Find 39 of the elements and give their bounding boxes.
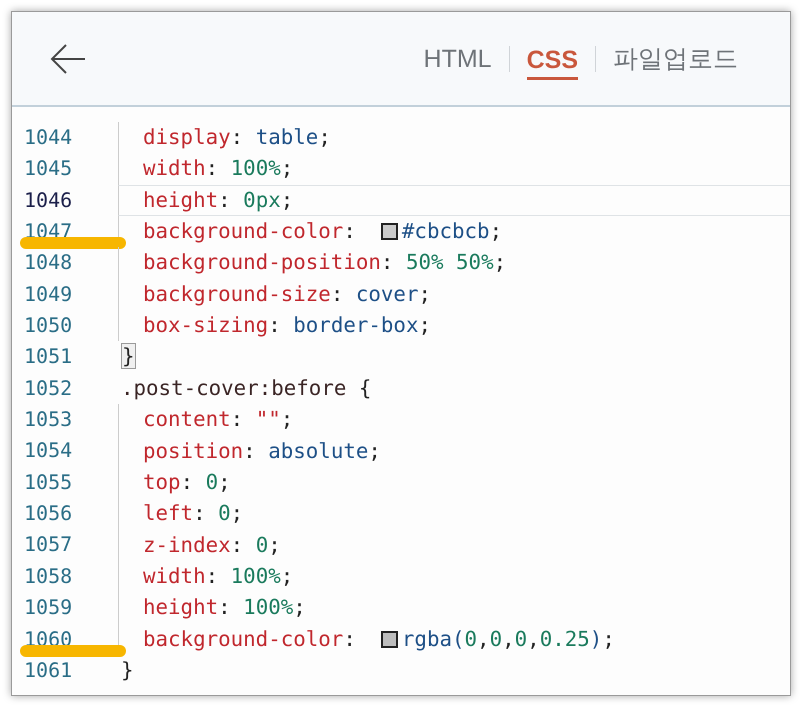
code-line: #cbcbcb;: [402, 218, 502, 246]
tab[interactable]: HTML: [424, 44, 492, 74]
line-number: 1050: [23, 312, 74, 340]
line-number: 1055: [23, 468, 74, 496]
line-number: 1045: [23, 155, 74, 182]
code-line: width: 100%;: [143, 562, 294, 590]
code-line: rgba(0,0,0,0.25);: [402, 626, 615, 653]
code-line: .post-cover:before {: [121, 374, 372, 402]
line-number: 1056: [23, 500, 74, 528]
line-number: 1048: [23, 249, 74, 276]
code-line: content: "";: [143, 406, 294, 434]
code-line: display: table;: [143, 124, 331, 152]
code-line: height: 0px;: [143, 186, 294, 214]
code-line: z-index: 0;: [143, 532, 281, 559]
code-line: width: 100%;: [143, 155, 294, 182]
line-number: 1054: [23, 437, 74, 464]
code-line: background-size: cover;: [143, 280, 431, 308]
line-number: 1053: [23, 406, 74, 434]
line-number: 1059: [23, 594, 74, 622]
code-line: height: 100%;: [143, 594, 306, 622]
line-number: 1061: [23, 656, 74, 684]
line-number: 1051: [23, 343, 74, 370]
code-line: background-color:: [143, 626, 357, 653]
code-line: }: [121, 656, 134, 684]
line-number: 1046: [23, 186, 74, 214]
code-line: position: absolute;: [143, 438, 381, 465]
code-line: background-color:: [143, 218, 357, 246]
line-number: 1049: [23, 280, 74, 308]
tab[interactable]: CSS: [526, 42, 578, 80]
line-number: 1057: [23, 531, 74, 558]
code-line: box-sizing: border-box;: [143, 312, 432, 340]
line-number: 1058: [23, 562, 74, 590]
back-arrow-icon[interactable]: [50, 42, 86, 74]
code-line: left: 0;: [143, 500, 244, 528]
line-number: 1052: [23, 374, 74, 402]
code-line: top: 0;: [143, 468, 231, 496]
tab[interactable]: 파일업로드: [613, 44, 738, 74]
line-number: 1044: [23, 124, 74, 151]
code-line: background-position: 50% 50%;: [143, 249, 506, 276]
